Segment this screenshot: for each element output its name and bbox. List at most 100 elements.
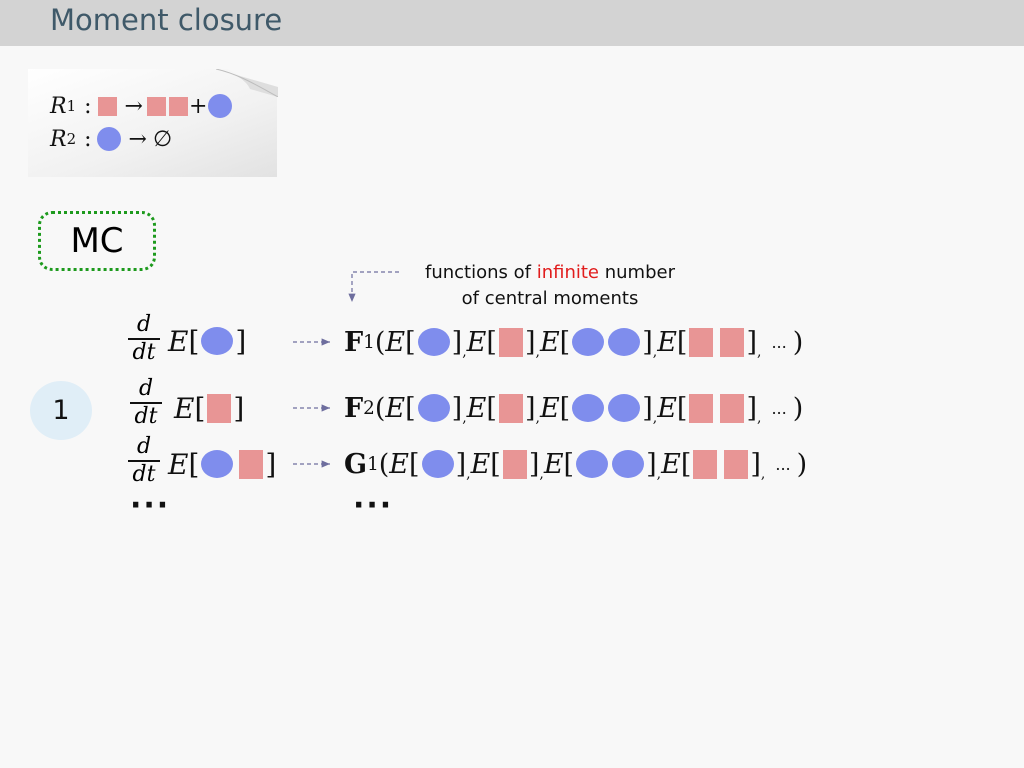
- bracket: [: [188, 324, 200, 358]
- comma: ,: [757, 344, 762, 360]
- bracket: [: [405, 392, 416, 424]
- species-circle-icon: [417, 328, 450, 356]
- bracket: [: [676, 392, 688, 424]
- derivative-fraction: d dt: [128, 314, 160, 364]
- paren: ): [792, 392, 804, 424]
- expectation-symbol: E: [470, 448, 491, 480]
- bracket: [: [486, 392, 497, 424]
- function-index: 1: [363, 331, 375, 353]
- expectation-symbol: E: [385, 326, 406, 358]
- species-square-icon: [498, 393, 523, 423]
- bracket: ]: [750, 448, 761, 480]
- order-badge: 1: [30, 381, 92, 440]
- bracket: ]: [455, 448, 467, 480]
- row1-rhs: F 1( E[], E[], E[], E[], ...): [344, 322, 803, 362]
- reaction-plus: +: [188, 93, 208, 119]
- species-circle-icon: [96, 127, 121, 151]
- method-label: MC: [70, 221, 124, 261]
- bracket: [: [559, 392, 571, 424]
- bracket: ]: [451, 392, 463, 424]
- closure-function: F: [344, 392, 364, 424]
- reaction-label: R: [50, 93, 67, 119]
- expectation-symbol: E: [539, 326, 560, 358]
- row2-lhs: E[ ]: [174, 388, 244, 428]
- bracket: ]: [642, 326, 653, 358]
- function-index: 2: [363, 397, 375, 419]
- expectation-symbol: E: [539, 392, 560, 424]
- annotation-note: functions of infinite number of central …: [405, 260, 695, 312]
- expectation-symbol: E: [389, 448, 410, 480]
- comma: ,: [760, 466, 766, 482]
- ellipsis: ...: [771, 332, 787, 352]
- species-circle-icon: [576, 450, 609, 478]
- species-square-icon: [146, 96, 166, 116]
- lhs-continuation-dots: ···: [130, 488, 171, 523]
- bracket: [: [490, 448, 501, 480]
- annotation-highlight: infinite: [536, 262, 599, 283]
- title-bar: Moment closure: [0, 0, 1024, 46]
- species-circle-icon: [201, 327, 234, 355]
- bracket: [: [405, 326, 416, 358]
- bracket: ]: [528, 448, 540, 480]
- closure-function: G: [344, 448, 368, 480]
- species-square-icon: [720, 327, 745, 357]
- function-index: 1: [367, 453, 379, 475]
- species-circle-icon: [612, 450, 645, 478]
- bracket: [: [563, 448, 575, 480]
- empty-set-symbol: ∅: [152, 126, 173, 152]
- expectation-symbol: E: [657, 326, 677, 358]
- expectation-symbol: E: [385, 392, 406, 424]
- paren: ): [792, 326, 804, 358]
- row3-rhs: G 1( E[], E[], E[], E[], ...): [344, 444, 807, 484]
- fraction-denominator: dt: [132, 339, 156, 365]
- rhs-continuation-dots: ···: [353, 488, 394, 523]
- reaction-arrow: →: [124, 93, 143, 119]
- fraction-denominator: dt: [134, 403, 158, 429]
- row1-lhs: E[ ]: [168, 321, 246, 361]
- bracket: ]: [265, 447, 277, 481]
- species-circle-icon: [208, 94, 233, 118]
- bracket: [: [486, 326, 497, 358]
- annotation-text: functions of: [425, 262, 537, 283]
- expectation-symbol: E: [466, 326, 487, 358]
- fraction-numerator: d: [136, 312, 152, 337]
- derivative-fraction: d dt: [128, 436, 160, 486]
- species-square-icon: [724, 449, 749, 479]
- annotation-text: number: [599, 262, 675, 283]
- reaction-card: [28, 69, 277, 177]
- row3-lhs: E[ ]: [168, 444, 276, 484]
- species-square-icon: [498, 327, 523, 357]
- expectation-symbol: E: [174, 391, 195, 425]
- bracket: [: [559, 326, 571, 358]
- fraction-numerator: d: [136, 434, 152, 459]
- species-square-icon: [168, 96, 188, 116]
- bracket: ]: [524, 326, 536, 358]
- bracket: ]: [646, 448, 657, 480]
- bracket: [: [194, 391, 206, 425]
- species-circle-icon: [421, 450, 454, 478]
- reaction-index: 1: [66, 97, 77, 115]
- bracket: ]: [451, 326, 463, 358]
- fraction-numerator: d: [138, 376, 154, 401]
- row2-rhs: F 2( E[], E[], E[], E[], ...): [344, 388, 803, 428]
- species-circle-icon: [608, 328, 641, 356]
- closure-function: F: [344, 326, 364, 358]
- reaction-index: 2: [66, 130, 77, 148]
- fraction-denominator: dt: [132, 461, 156, 487]
- reaction-r1: R1 : → +: [50, 91, 233, 121]
- order-label: 1: [52, 395, 70, 426]
- reaction-colon: :: [84, 126, 92, 152]
- paren: (: [374, 326, 386, 358]
- species-square-icon: [239, 449, 264, 479]
- expectation-symbol: E: [466, 392, 487, 424]
- bracket: ]: [233, 391, 245, 425]
- slide-title: Moment closure: [50, 3, 283, 37]
- reaction-colon: :: [84, 93, 92, 119]
- species-square-icon: [97, 96, 117, 116]
- reaction-label: R: [50, 126, 67, 152]
- bracket: ]: [746, 392, 758, 424]
- bracket: [: [188, 447, 200, 481]
- species-square-icon: [689, 393, 714, 423]
- species-square-icon: [689, 327, 714, 357]
- species-circle-icon: [608, 394, 641, 422]
